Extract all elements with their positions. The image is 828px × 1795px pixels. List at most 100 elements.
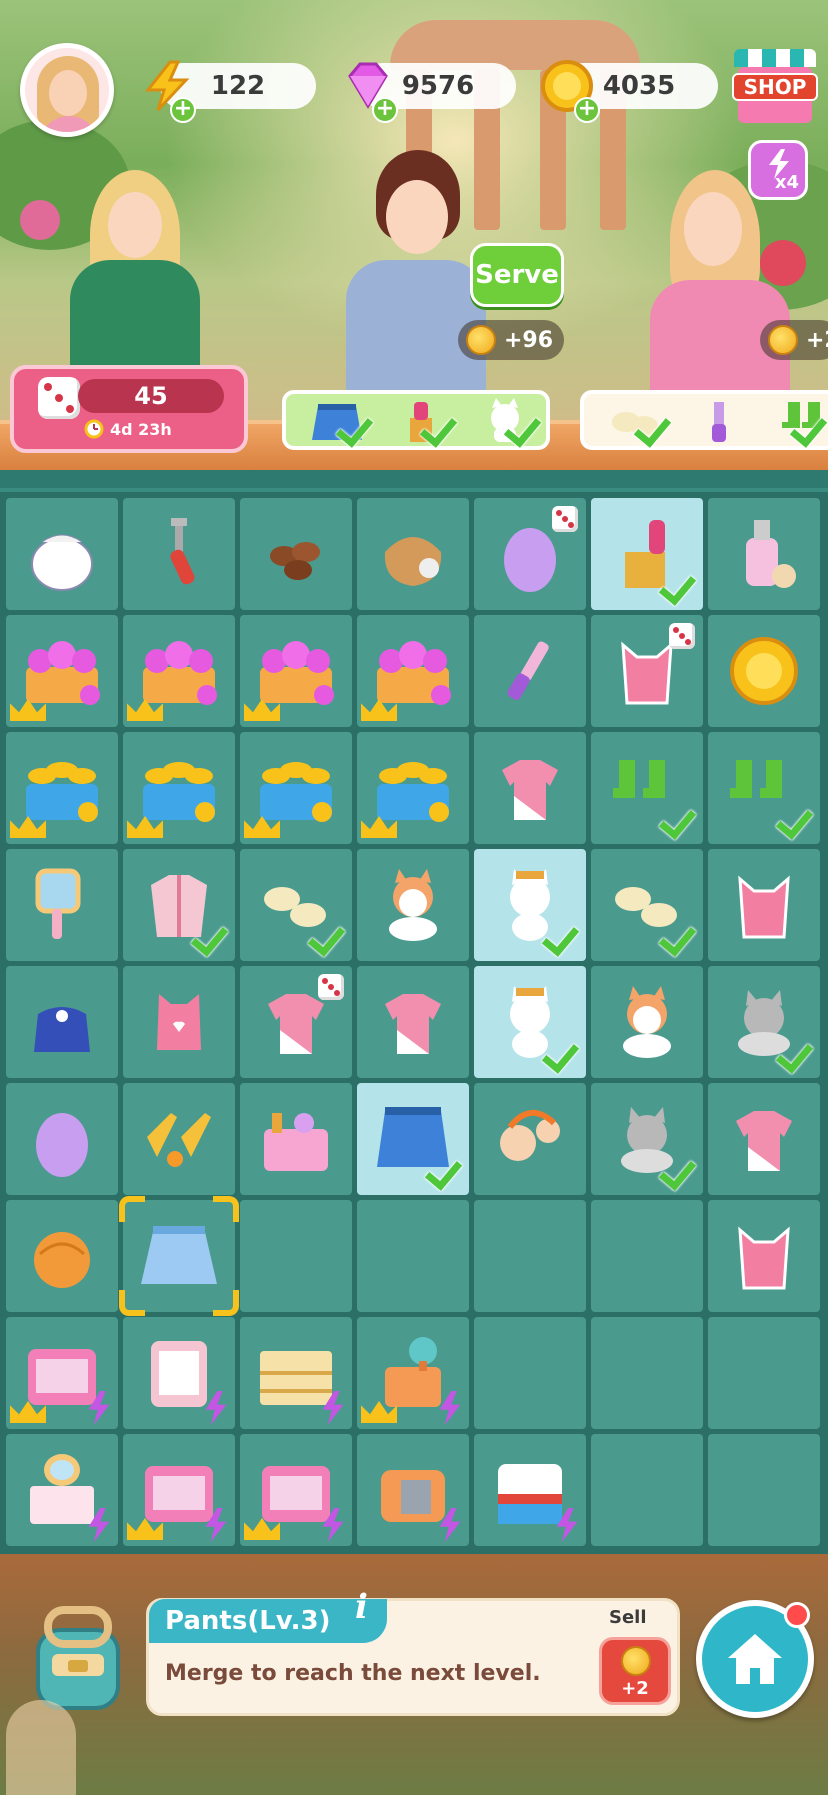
fork-icon [170, 518, 195, 585]
board-cell-beans[interactable] [240, 498, 352, 610]
board-cell-mirror[interactable] [6, 849, 118, 961]
board-cell-coins-crate[interactable] [123, 732, 235, 844]
add-energy-button[interactable]: + [170, 97, 196, 123]
board-cell-shirt[interactable] [357, 966, 469, 1078]
board-cell-lipstick[interactable] [591, 498, 703, 610]
board-cell-jacket[interactable] [123, 849, 235, 961]
dice-icon [318, 974, 344, 1000]
board-cell-fridge-box[interactable] [474, 1434, 586, 1546]
sell-label: Sell [609, 1607, 647, 1628]
board-cell-coins-crate[interactable] [240, 732, 352, 844]
board-cell-cosmetics-box[interactable] [240, 1083, 352, 1195]
corset-icon [738, 1226, 790, 1290]
board-cell-gems-crate[interactable] [240, 615, 352, 727]
check-icon [308, 921, 348, 955]
board-cell-cat-white[interactable] [474, 966, 586, 1078]
board-cell-shirt[interactable] [240, 966, 352, 1078]
vanity-box-icon [28, 1349, 96, 1405]
board-cell-heels[interactable] [123, 1083, 235, 1195]
backpack-icon[interactable] [24, 1604, 132, 1714]
board-cell-socks[interactable] [708, 732, 820, 844]
board-cell-corset[interactable] [591, 615, 703, 727]
board-cell-shoe-rack[interactable] [240, 1317, 352, 1429]
board-cell-cat-grey[interactable] [591, 1083, 703, 1195]
corset-icon [738, 875, 790, 939]
board-cell-egg[interactable] [6, 1083, 118, 1195]
board-cell-cat-calico[interactable] [591, 966, 703, 1078]
board-cell-gems-crate[interactable] [6, 615, 118, 727]
add-coins-button[interactable]: + [574, 97, 600, 123]
board-cell-empty[interactable] [591, 1434, 703, 1546]
check-icon [542, 1038, 582, 1072]
board-cell-yarn[interactable] [6, 1200, 118, 1312]
board-cell-skirt[interactable] [357, 1083, 469, 1195]
shop-button[interactable]: SHOP [732, 47, 818, 129]
check-icon [420, 412, 460, 446]
coins-crate-icon [26, 762, 98, 822]
selection-corner [213, 1290, 239, 1316]
info-icon[interactable]: i [355, 1587, 389, 1631]
board-cell-empty[interactable] [591, 1317, 703, 1429]
board-cell-tank[interactable] [123, 966, 235, 1078]
board-cell-carrier[interactable] [357, 1434, 469, 1546]
board-cell-coins-crate[interactable] [6, 732, 118, 844]
check-icon [425, 1155, 465, 1189]
board-cell-shirt[interactable] [474, 732, 586, 844]
board-cell-vanity-box[interactable] [240, 1434, 352, 1546]
board-cell-sack[interactable] [357, 498, 469, 610]
board-cell-coins-crate[interactable] [357, 732, 469, 844]
order-item-brush-icon [690, 398, 748, 444]
energy-value: 122 [210, 71, 266, 101]
board-cell-egg[interactable] [474, 498, 586, 610]
board-cell-vanity-box[interactable] [123, 1434, 235, 1546]
serve-button[interactable]: Serve [470, 243, 564, 307]
cat-calico-icon [389, 869, 437, 941]
board-cell-gems-crate[interactable] [123, 615, 235, 727]
home-button[interactable] [696, 1600, 814, 1718]
board-cell-dresser[interactable] [6, 1434, 118, 1546]
board-cell-corset[interactable] [708, 1200, 820, 1312]
add-gems-button[interactable]: + [372, 97, 398, 123]
board-cell-empty[interactable] [708, 1434, 820, 1546]
board-cell-cat-calico[interactable] [357, 849, 469, 961]
reward-badge-1: +96 [458, 320, 564, 360]
board-cell-shirt[interactable] [708, 1083, 820, 1195]
shirt-icon [385, 994, 441, 1054]
board-cell-coin[interactable] [708, 615, 820, 727]
fridge-box-icon [498, 1464, 562, 1524]
board-cell-empty[interactable] [591, 1200, 703, 1312]
board-cell-corset[interactable] [708, 849, 820, 961]
board-cell-cat-grey[interactable] [708, 966, 820, 1078]
board-cell-vanity-box[interactable] [6, 1317, 118, 1429]
player-avatar[interactable] [20, 43, 114, 137]
board-cell-brush[interactable] [474, 615, 586, 727]
board-cell-slippers[interactable] [240, 849, 352, 961]
order-strip-right [580, 390, 828, 450]
board-cell-cat-white[interactable] [474, 849, 586, 961]
dresser-icon [30, 1454, 94, 1524]
board-cell-ear-warmer[interactable] [474, 1083, 586, 1195]
board-cell-gems-crate[interactable] [357, 615, 469, 727]
merge-board [0, 488, 828, 1554]
board-cell-fork[interactable] [123, 498, 235, 610]
board-cell-empty[interactable] [357, 1200, 469, 1312]
sell-button[interactable]: +2 [599, 1637, 671, 1705]
board-cell-empty[interactable] [708, 1317, 820, 1429]
shirt-icon [502, 760, 558, 820]
dice-event-panel[interactable]: 45 4d 23h [10, 365, 248, 453]
board-cell-empty[interactable] [474, 1317, 586, 1429]
check-icon [790, 412, 828, 446]
board-cell-socks[interactable] [591, 732, 703, 844]
board-cell-bottle[interactable] [708, 498, 820, 610]
bag-blue-icon [34, 1007, 90, 1052]
board-cell-empty[interactable] [474, 1200, 586, 1312]
board-cell-slippers[interactable] [591, 849, 703, 961]
board-cell-bag-blue[interactable] [6, 966, 118, 1078]
board-cell-empty[interactable] [240, 1200, 352, 1312]
board-cell-wardrobe[interactable] [123, 1317, 235, 1429]
board-cell-pouch[interactable] [6, 498, 118, 610]
pouch-icon [31, 534, 93, 591]
wardrobe-icon [151, 1341, 207, 1407]
board-cell-cat-tree[interactable] [357, 1317, 469, 1429]
board-cell-skirt-lv3[interactable] [119, 1196, 239, 1316]
